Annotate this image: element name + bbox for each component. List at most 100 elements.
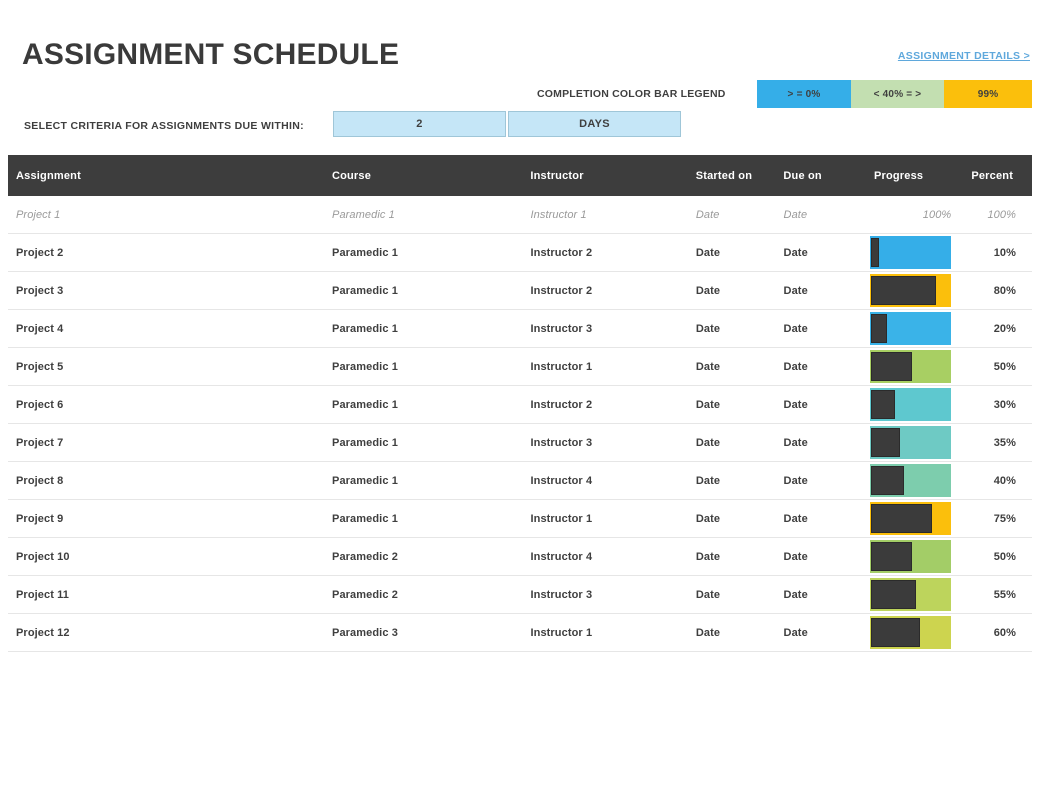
cell-started: Date	[695, 322, 721, 335]
cell-course: Paramedic 1	[332, 284, 398, 297]
legend-swatch-3: 99%	[944, 80, 1032, 108]
table-row[interactable]: Project 7 Paramedic 1 Instructor 3 Date Date…	[8, 424, 1032, 462]
assignment-schedule-table: Assignment Course Instructor Started on Due …	[8, 155, 1032, 652]
cell-percent: 80%	[993, 284, 1017, 297]
cell-assignment: Project 10	[16, 550, 70, 563]
cell-progress: 100%	[866, 196, 963, 233]
column-header-assignment[interactable]: Assignment	[8, 170, 324, 182]
table-header-row: Assignment Course Instructor Started on Due …	[8, 155, 1032, 196]
column-header-due[interactable]: Due on	[775, 170, 866, 182]
cell-due: Date	[783, 208, 808, 221]
progress-bar-track	[870, 616, 952, 649]
cell-course: Paramedic 1	[332, 246, 398, 259]
cell-course: Paramedic 1	[332, 474, 398, 487]
cell-progress	[866, 234, 963, 271]
cell-progress	[866, 424, 963, 461]
column-header-instructor[interactable]: Instructor	[522, 170, 687, 182]
table-row[interactable]: Project 12 Paramedic 3 Instructor 1 Date Dat…	[8, 614, 1032, 652]
table-row[interactable]: Project 5 Paramedic 1 Instructor 1 Date Date…	[8, 348, 1032, 386]
table-row[interactable]: Project 2 Paramedic 1 Instructor 2 Date Date…	[8, 234, 1032, 272]
table-row[interactable]: Project 1 Paramedic 1 Instructor 1 Date Date…	[8, 196, 1032, 234]
cell-percent: 60%	[993, 626, 1017, 639]
column-header-course[interactable]: Course	[324, 170, 522, 182]
cell-due: Date	[783, 626, 808, 639]
table-row[interactable]: Project 9 Paramedic 1 Instructor 1 Date Date…	[8, 500, 1032, 538]
cell-started: Date	[695, 474, 721, 487]
progress-bar-fill	[871, 276, 937, 305]
table-row[interactable]: Project 8 Paramedic 1 Instructor 4 Date Date…	[8, 462, 1032, 500]
progress-bar-fill	[871, 618, 920, 647]
cell-due: Date	[783, 322, 808, 335]
cell-progress	[866, 576, 963, 613]
criteria-days-input[interactable]: 2	[333, 111, 506, 137]
column-header-started[interactable]: Started on	[688, 170, 776, 182]
column-header-percent[interactable]: Percent	[963, 170, 1032, 182]
cell-course: Paramedic 3	[332, 626, 398, 639]
progress-bar-track	[870, 578, 952, 611]
cell-percent: 10%	[993, 246, 1017, 259]
progress-bar-track	[870, 464, 952, 497]
cell-progress	[866, 386, 963, 423]
cell-course: Paramedic 1	[332, 436, 398, 449]
column-header-progress[interactable]: Progress	[866, 170, 963, 182]
cell-started: Date	[695, 246, 721, 259]
table-row[interactable]: Project 11 Paramedic 2 Instructor 3 Date Dat…	[8, 576, 1032, 614]
cell-started: Date	[695, 626, 721, 639]
progress-bar-track	[870, 350, 952, 383]
cell-percent: 35%	[993, 436, 1017, 449]
cell-assignment: Project 8	[16, 474, 64, 487]
criteria-controls: 2 DAYS	[333, 111, 681, 137]
cell-due: Date	[783, 550, 808, 563]
cell-course: Paramedic 1	[332, 512, 398, 525]
cell-due: Date	[783, 474, 808, 487]
cell-course: Paramedic 1	[332, 322, 398, 335]
cell-instructor: Instructor 1	[530, 626, 593, 639]
cell-progress	[866, 538, 963, 575]
cell-started: Date	[695, 436, 721, 449]
cell-percent: 20%	[993, 322, 1017, 335]
cell-assignment: Project 6	[16, 398, 64, 411]
cell-started: Date	[695, 208, 720, 221]
cell-progress	[866, 272, 963, 309]
cell-percent: 50%	[993, 550, 1017, 563]
cell-due: Date	[783, 246, 808, 259]
cell-assignment: Project 11	[16, 588, 69, 601]
progress-bar-track	[870, 274, 952, 307]
cell-assignment: Project 5	[16, 360, 64, 373]
cell-percent: 50%	[993, 360, 1017, 373]
cell-instructor: Instructor 3	[530, 436, 593, 449]
cell-started: Date	[695, 512, 721, 525]
criteria-label: SELECT CRITERIA FOR ASSIGNMENTS DUE WITH…	[24, 120, 304, 132]
table-row[interactable]: Project 4 Paramedic 1 Instructor 3 Date Date…	[8, 310, 1032, 348]
cell-assignment: Project 4	[16, 322, 64, 335]
cell-percent: 75%	[993, 512, 1017, 525]
cell-percent: 40%	[993, 474, 1017, 487]
table-row[interactable]: Project 6 Paramedic 1 Instructor 2 Date Date…	[8, 386, 1032, 424]
cell-course: Paramedic 2	[332, 550, 398, 563]
legend-swatch-1: > = 0%	[757, 80, 851, 108]
cell-progress	[866, 500, 963, 537]
cell-started: Date	[695, 284, 721, 297]
completion-color-legend: > = 0% < 40% = >99%	[757, 80, 1032, 108]
criteria-unit-select[interactable]: DAYS	[508, 111, 681, 137]
table-row[interactable]: Project 10 Paramedic 2 Instructor 4 Date Dat…	[8, 538, 1032, 576]
cell-instructor: Instructor 4	[530, 550, 593, 563]
cell-course: Paramedic 2	[332, 588, 398, 601]
cell-due: Date	[783, 398, 808, 411]
progress-bar-fill	[871, 314, 888, 343]
table-body: Project 1 Paramedic 1 Instructor 1 Date Date…	[8, 196, 1032, 652]
cell-progress	[866, 462, 963, 499]
progress-bar-track	[870, 388, 952, 421]
cell-course: Paramedic 1	[332, 398, 398, 411]
legend-swatch-2: < 40% = >	[851, 80, 944, 108]
assignment-details-link[interactable]: ASSIGNMENT DETAILS >	[898, 50, 1030, 62]
cell-progress	[866, 614, 963, 651]
cell-percent: 100%	[987, 208, 1017, 221]
cell-started: Date	[695, 398, 721, 411]
cell-course: Paramedic 1	[332, 208, 395, 221]
cell-due: Date	[783, 512, 808, 525]
cell-progress	[866, 348, 963, 385]
table-row[interactable]: Project 3 Paramedic 1 Instructor 2 Date Date…	[8, 272, 1032, 310]
progress-bar-track	[870, 426, 952, 459]
progress-bar-fill	[871, 542, 912, 571]
